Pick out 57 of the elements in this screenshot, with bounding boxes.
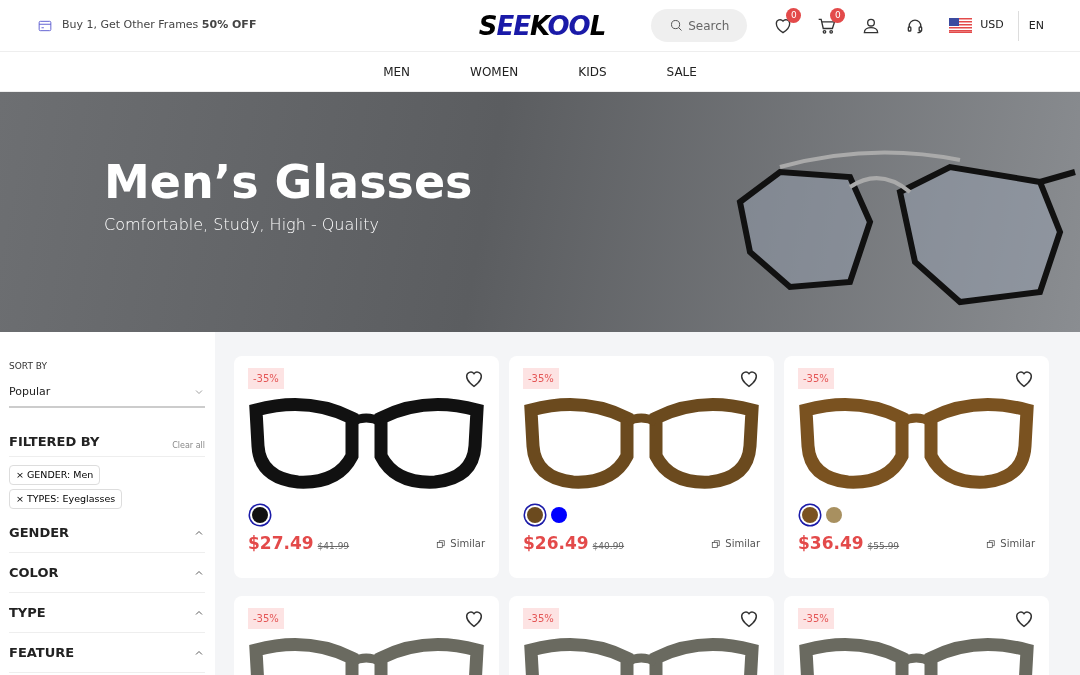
heart-icon[interactable] bbox=[463, 608, 485, 630]
discount-badge: -35% bbox=[248, 608, 284, 629]
heart-icon[interactable] bbox=[1013, 608, 1035, 630]
search-button[interactable]: Search bbox=[651, 9, 748, 42]
nav-link[interactable]: KIDS bbox=[548, 62, 637, 81]
hero-title: Men’s Glasses bbox=[104, 156, 473, 208]
copy-icon bbox=[436, 538, 447, 549]
color-swatch[interactable] bbox=[252, 507, 268, 523]
filter-section[interactable]: COLOR bbox=[9, 553, 205, 593]
product-card[interactable]: -35% $27.49 $41.99 Similar bbox=[234, 356, 499, 578]
heart-icon[interactable] bbox=[463, 368, 485, 390]
filter-chip[interactable]: × GENDER: Men bbox=[9, 464, 101, 485]
promo-text: Buy 1, Get Other Frames 50% OFF bbox=[62, 17, 257, 34]
product-card[interactable]: -35% $26.49 $40.99 Similar bbox=[509, 356, 774, 578]
discount-badge: -35% bbox=[523, 608, 559, 629]
similar-button[interactable]: Similar bbox=[711, 536, 760, 552]
filter-chip[interactable]: × TYPES: Eyeglasses bbox=[9, 488, 123, 509]
sort-dropdown[interactable]: Popular bbox=[9, 377, 205, 408]
filter-section[interactable]: FEATURE bbox=[9, 633, 205, 673]
price: $26.49 bbox=[523, 532, 589, 555]
filter-section[interactable]: GENDER bbox=[9, 513, 205, 553]
product-card[interactable]: -35% $36.49 $55.99 Similar bbox=[784, 356, 1049, 578]
language-selector[interactable]: EN bbox=[1017, 10, 1044, 41]
hero-subtitle: Comfortable, Study, High - Quality bbox=[104, 214, 380, 237]
similar-button[interactable]: Similar bbox=[986, 536, 1035, 552]
color-swatch[interactable] bbox=[802, 507, 818, 523]
nav-link[interactable]: SALE bbox=[636, 62, 727, 81]
heart-icon[interactable] bbox=[738, 608, 760, 630]
copy-icon bbox=[711, 538, 722, 549]
currency-selector[interactable]: USD bbox=[980, 17, 1004, 34]
heart-icon[interactable] bbox=[1013, 368, 1035, 390]
nav-link[interactable]: WOMEN bbox=[440, 62, 549, 81]
clear-all-link[interactable]: Clear all bbox=[172, 439, 205, 452]
discount-badge: -35% bbox=[248, 368, 284, 389]
discount-badge: -35% bbox=[798, 608, 834, 629]
old-price: $41.99 bbox=[317, 540, 350, 553]
flag-icon[interactable] bbox=[949, 18, 973, 33]
color-swatch[interactable] bbox=[551, 507, 567, 523]
sort-label: SORT BY bbox=[9, 360, 48, 373]
price: $27.49 bbox=[248, 532, 314, 555]
price: $36.49 bbox=[798, 532, 864, 555]
filter-heading: FILTERED BY bbox=[9, 433, 100, 451]
discount-badge: -35% bbox=[523, 368, 559, 389]
nav-link[interactable]: MEN bbox=[353, 62, 441, 81]
similar-button[interactable]: Similar bbox=[436, 536, 485, 552]
color-swatch[interactable] bbox=[527, 507, 543, 523]
cart-count: 0 bbox=[830, 7, 846, 23]
logo[interactable]: SEEKOOL bbox=[478, 12, 606, 39]
discount-badge: -35% bbox=[798, 368, 834, 389]
heart-icon[interactable] bbox=[738, 368, 760, 390]
copy-icon bbox=[986, 538, 997, 549]
color-swatch[interactable] bbox=[826, 507, 842, 523]
wishlist-count: 0 bbox=[786, 7, 802, 23]
old-price: $40.99 bbox=[592, 540, 625, 553]
filter-section[interactable]: TYPE bbox=[9, 593, 205, 633]
card-icon bbox=[36, 18, 54, 33]
old-price: $55.99 bbox=[867, 540, 900, 553]
